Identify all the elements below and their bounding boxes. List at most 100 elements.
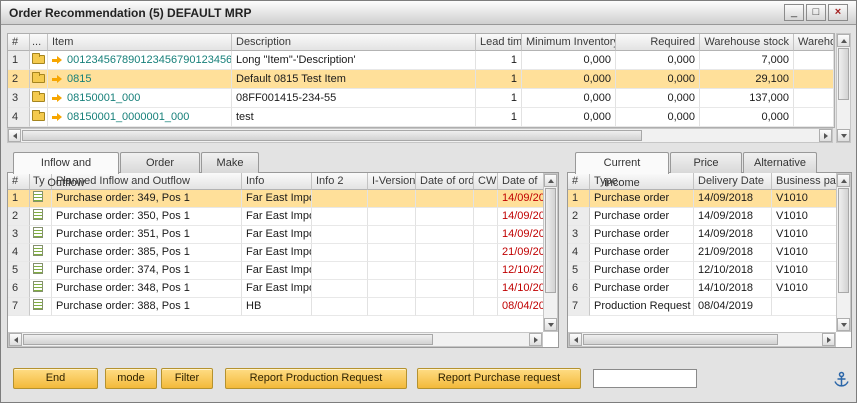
scroll-left-button[interactable] [9, 333, 22, 346]
type-cell[interactable] [30, 298, 52, 316]
item-cell[interactable]: 08150001_0000001_000 [48, 108, 232, 127]
warehouse-stock-2-cell[interactable] [794, 108, 834, 127]
minimum-inventory-cell[interactable]: 0,000 [522, 51, 616, 70]
title-bar[interactable]: Order Recommendation (5) DEFAULT MRP _ □… [1, 1, 856, 25]
scroll-up-button[interactable] [837, 34, 850, 47]
inflow-row[interactable]: 3 Purchase order: 351, Pos 1 Far East Im… [8, 226, 558, 244]
item-row[interactable]: 4 08150001_0000001_000 test 1 0,000 0,00… [8, 108, 834, 127]
end-button[interactable]: End [13, 368, 98, 389]
item-cell[interactable]: 08150001_000 [48, 89, 232, 108]
warehouse-stock-2-cell[interactable] [794, 89, 834, 108]
income-vscrollbar[interactable] [836, 173, 851, 332]
item-cell[interactable]: 00123456789012345679012345679C [48, 51, 232, 70]
item-cell[interactable]: 0815 [48, 70, 232, 89]
footer-input[interactable] [593, 369, 697, 388]
row-number-cell[interactable]: 3 [568, 226, 590, 244]
type-cell[interactable]: Purchase order [590, 244, 694, 262]
row-number-cell[interactable]: 2 [8, 70, 30, 89]
item-row[interactable]: 1 00123456789012345679012345679C Long "I… [8, 51, 834, 70]
warehouse-stock-cell[interactable]: 7,000 [700, 51, 794, 70]
income-hscrollbar[interactable] [568, 332, 836, 347]
iversion-cell[interactable] [368, 244, 416, 262]
maximize-button[interactable]: □ [806, 4, 826, 21]
scroll-down-button[interactable] [544, 318, 557, 331]
inflow-row[interactable]: 2 Purchase order: 350, Pos 1 Far East Im… [8, 208, 558, 226]
tab-current-income[interactable]: Current income [575, 152, 669, 174]
info2-cell[interactable] [312, 298, 368, 316]
row-number-cell[interactable]: 6 [568, 280, 590, 298]
link-arrow-icon[interactable] [52, 75, 63, 84]
delivery-date-cell[interactable]: 21/09/2018 [694, 244, 772, 262]
anchor-icon[interactable] [833, 371, 850, 390]
close-button[interactable]: × [828, 4, 848, 21]
description-cell[interactable]: 08FF001415-234-55 [232, 89, 476, 108]
info-cell[interactable]: Far East Imports [242, 208, 312, 226]
scroll-right-button[interactable] [819, 129, 832, 142]
scrollbar-thumb[interactable] [545, 188, 556, 293]
planned-cell[interactable]: Purchase order: 388, Pos 1 [52, 298, 242, 316]
inflow-vscrollbar[interactable] [543, 173, 558, 332]
required-cell[interactable]: 0,000 [616, 108, 700, 127]
cw-cell[interactable] [474, 244, 498, 262]
item-code[interactable]: 08150001_0000001_000 [67, 108, 189, 126]
iversion-cell[interactable] [368, 226, 416, 244]
row-number-cell[interactable]: 5 [8, 262, 30, 280]
row-number-cell[interactable]: 2 [568, 208, 590, 226]
scroll-up-button[interactable] [544, 174, 557, 187]
cw-cell[interactable] [474, 280, 498, 298]
scrollbar-thumb[interactable] [838, 188, 849, 293]
item-code[interactable]: 08150001_000 [67, 89, 140, 107]
info2-cell[interactable] [312, 244, 368, 262]
iversion-cell[interactable] [368, 262, 416, 280]
lead-time-cell[interactable]: 1 [476, 51, 522, 70]
income-row[interactable]: 7 Production Request 08/04/2019 [568, 298, 851, 316]
date-of-order-cell[interactable] [416, 280, 474, 298]
cw-cell[interactable] [474, 208, 498, 226]
row-number-cell[interactable]: 5 [568, 262, 590, 280]
lead-time-cell[interactable]: 1 [476, 70, 522, 89]
planned-cell[interactable]: Purchase order: 350, Pos 1 [52, 208, 242, 226]
iversion-cell[interactable] [368, 190, 416, 208]
scroll-up-button[interactable] [837, 174, 850, 187]
row-number-cell[interactable]: 1 [8, 51, 30, 70]
info-cell[interactable]: Far East Imports [242, 262, 312, 280]
inflow-row[interactable]: 6 Purchase order: 348, Pos 1 Far East Im… [8, 280, 558, 298]
warehouse-stock-cell[interactable]: 29,100 [700, 70, 794, 89]
date-of-order-cell[interactable] [416, 190, 474, 208]
scroll-right-button[interactable] [529, 333, 542, 346]
row-number-cell[interactable]: 7 [568, 298, 590, 316]
items-vscrollbar[interactable] [836, 33, 851, 143]
planned-cell[interactable]: Purchase order: 374, Pos 1 [52, 262, 242, 280]
description-cell[interactable]: test [232, 108, 476, 127]
date-of-order-cell[interactable] [416, 262, 474, 280]
info-cell[interactable]: Far East Imports [242, 226, 312, 244]
cw-cell[interactable] [474, 298, 498, 316]
warehouse-stock-2-cell[interactable] [794, 51, 834, 70]
type-cell[interactable]: Purchase order [590, 262, 694, 280]
type-cell[interactable]: Purchase order [590, 226, 694, 244]
row-number-cell[interactable]: 4 [568, 244, 590, 262]
folder-cell[interactable] [30, 89, 48, 108]
info2-cell[interactable] [312, 190, 368, 208]
tab-price[interactable]: Price [670, 152, 742, 173]
minimum-inventory-cell[interactable]: 0,000 [522, 70, 616, 89]
income-row[interactable]: 3 Purchase order 14/09/2018 V1010 [568, 226, 851, 244]
scrollbar-thumb[interactable] [22, 130, 642, 141]
item-code[interactable]: 0815 [67, 70, 91, 88]
lead-time-cell[interactable]: 1 [476, 108, 522, 127]
folder-cell[interactable] [30, 108, 48, 127]
scrollbar-thumb[interactable] [583, 334, 778, 345]
cw-cell[interactable] [474, 262, 498, 280]
type-cell[interactable]: Purchase order [590, 208, 694, 226]
lead-time-cell[interactable]: 1 [476, 89, 522, 108]
required-cell[interactable]: 0,000 [616, 70, 700, 89]
report-production-request-button[interactable]: Report Production Request [225, 368, 407, 389]
info-cell[interactable]: Far East Imports [242, 190, 312, 208]
info-cell[interactable]: HB [242, 298, 312, 316]
folder-cell[interactable] [30, 70, 48, 89]
delivery-date-cell[interactable]: 14/09/2018 [694, 190, 772, 208]
type-cell[interactable] [30, 262, 52, 280]
type-cell[interactable] [30, 226, 52, 244]
info2-cell[interactable] [312, 208, 368, 226]
inflow-row[interactable]: 4 Purchase order: 385, Pos 1 Far East Im… [8, 244, 558, 262]
